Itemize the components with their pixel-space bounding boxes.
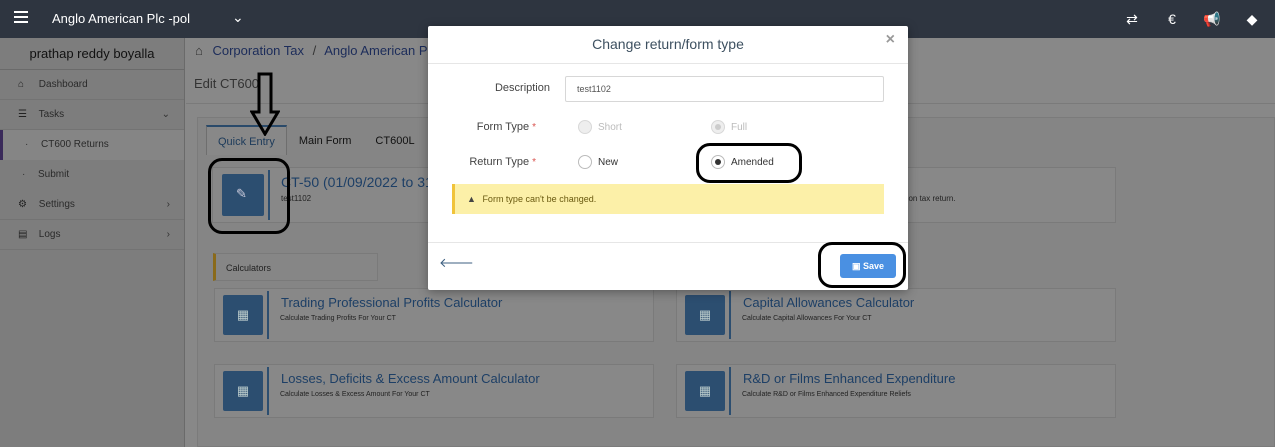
form-type-short-radio[interactable]: Short [578,120,622,134]
modal-header: Change return/form type × [428,26,908,64]
description-label: Description [494,82,550,94]
company-name[interactable]: Anglo American Plc -pol [52,11,190,26]
radio-circle [578,155,592,169]
home-icon: ⌂ [18,79,25,90]
modal-title: Change return/form type [592,36,744,52]
sidebar-item-label: Submit [38,169,70,180]
sidebar-item-submit[interactable]: · Submit [0,160,184,190]
form-type-label: Form Type * [416,121,536,133]
return-type-new-radio[interactable]: New [578,155,618,169]
dot-icon: · [22,169,26,180]
radio-label: Short [598,121,622,133]
dot-icon: · [25,139,29,150]
sidebar-item-label: Dashboard [38,79,88,90]
breadcrumb-link-corporation-tax[interactable]: Corporation Tax [212,43,304,58]
tab-main-form[interactable]: Main Form [287,125,364,155]
calculator-subtitle: Calculate Trading Profits For Your CT [280,315,396,322]
radio-circle [578,120,592,134]
sidebar-item-logs[interactable]: ▤ Logs › [0,220,184,250]
calculator-icon: ▦ [685,295,725,335]
bullhorn-icon[interactable]: 📢 [1203,10,1221,28]
annotation-highlight-save [818,242,906,288]
calculator-subtitle: Calculate Losses & Excess Amount For You… [280,391,430,398]
sidebar-item-label: Logs [38,229,61,240]
calculator-card-losses[interactable]: ▦ Losses, Deficits & Excess Amount Calcu… [214,364,654,418]
accent-bar [267,291,269,339]
form-type-full-radio[interactable]: Full [711,120,747,134]
tab-bar: Quick Entry Main Form CT600L [206,125,427,155]
tag-icon[interactable]: ◆ [1243,10,1261,28]
back-arrow-icon[interactable]: 🡐 [439,255,474,271]
breadcrumb-separator: / [312,43,317,58]
accent-bar [267,367,269,415]
form-type-label-text: Form Type [476,121,530,133]
chevron-down-icon: ⌄ [161,109,170,120]
calculator-card-capital-allowances[interactable]: ▦ Capital Allowances Calculator Calculat… [676,288,1116,342]
calculator-title[interactable]: Capital Allowances Calculator [743,295,914,310]
radio-label: New [598,156,619,168]
chevron-right-icon: › [166,199,170,210]
calculator-title[interactable]: Trading Professional Profits Calculator [281,295,502,310]
annotation-down-arrow-icon [250,72,280,136]
euro-icon[interactable]: € [1163,10,1181,28]
tasks-icon: ☰ [18,109,27,120]
chevron-down-icon[interactable]: ⌄ [232,9,244,26]
sidebar-item-label: Settings [38,199,75,210]
calculator-icon: ▦ [223,295,263,335]
exchange-icon[interactable]: ⇄ [1123,10,1141,28]
radio-circle [711,120,725,134]
calculator-subtitle: Calculate Capital Allowances For Your CT [742,315,872,322]
radio-label: Full [731,121,748,133]
calculator-subtitle: Calculate R&D or Films Enhanced Expendit… [742,391,911,398]
warning-icon: ▲ [467,194,476,204]
file-icon: ▤ [18,229,28,240]
close-icon[interactable]: × [886,31,895,49]
return-type-label-text: Return Type [469,156,530,168]
accent-bar [729,367,731,415]
user-name: prathap reddy boyalla [0,38,184,70]
breadcrumb: ⌂ Corporation Tax / Anglo American Plc -… [195,43,452,58]
calculator-icon: ▦ [223,371,263,411]
calculator-card-rnd[interactable]: ▦ R&D or Films Enhanced Expenditure Calc… [676,364,1116,418]
chevron-right-icon: › [166,229,170,240]
return-type-label: Return Type * [416,156,536,168]
alert-text: Form type can't be changed. [482,194,597,204]
hamburger-menu-icon[interactable] [14,11,28,23]
sidebar-item-settings[interactable]: ⚙ Settings › [0,190,184,220]
required-mark: * [532,157,536,168]
sidebar: prathap reddy boyalla ⌂ Dashboard ☰ Task… [0,38,185,447]
calculators-heading: Calculators [213,253,378,281]
warning-alert: ▲ Form type can't be changed. [452,184,884,214]
calculator-title[interactable]: Losses, Deficits & Excess Amount Calcula… [281,371,540,386]
sidebar-item-tasks[interactable]: ☰ Tasks ⌄ [0,100,184,130]
home-icon[interactable]: ⌂ [195,43,203,58]
annotation-highlight-amended [696,143,802,183]
calculator-icon: ▦ [685,371,725,411]
sidebar-item-ct600-returns[interactable]: · CT600 Returns [0,130,184,160]
required-mark: * [532,122,536,133]
sidebar-item-dashboard[interactable]: ⌂ Dashboard [0,70,184,100]
calculator-title[interactable]: R&D or Films Enhanced Expenditure [743,371,955,386]
sidebar-item-label: CT600 Returns [41,139,109,150]
return-note: ation tax return. [900,194,956,203]
description-input[interactable]: test1102 [565,76,884,102]
accent-bar [729,291,731,339]
gear-icon: ⚙ [18,199,27,210]
annotation-highlight-edit [208,158,290,234]
sidebar-item-label: Tasks [38,109,65,120]
return-title[interactable]: CT-50 (01/09/2022 to 31/0 [281,174,444,190]
calculator-card-trading[interactable]: ▦ Trading Professional Profits Calculato… [214,288,654,342]
